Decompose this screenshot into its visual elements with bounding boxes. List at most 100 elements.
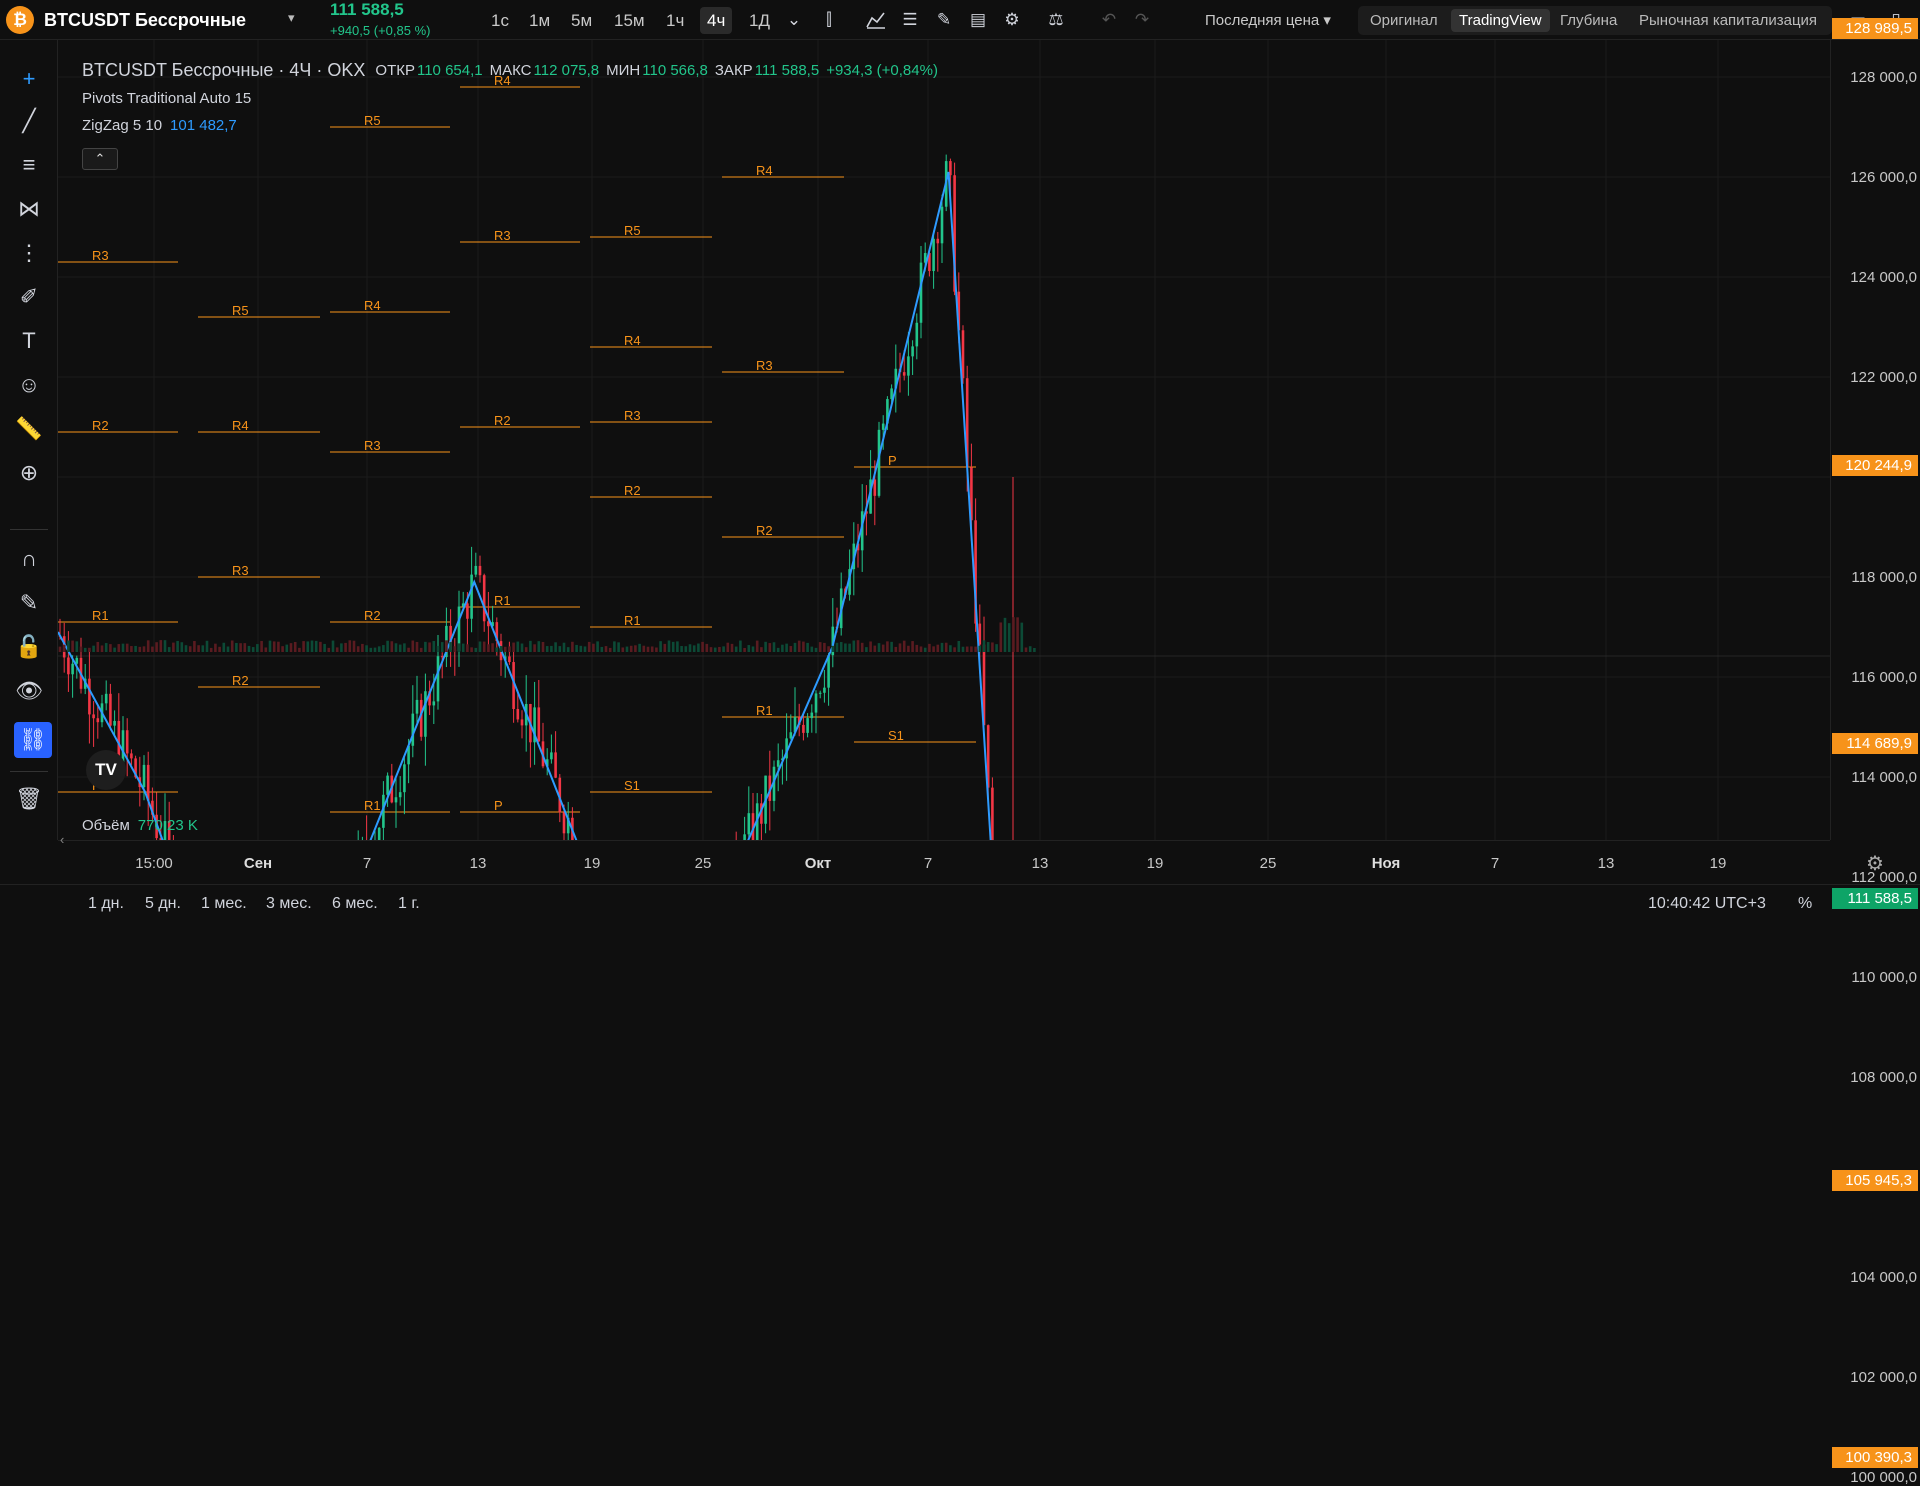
tradingview-logo[interactable]: TV bbox=[86, 750, 126, 790]
range-3m[interactable]: 3 мес. bbox=[266, 895, 312, 913]
trash-icon[interactable]: 🗑 bbox=[15, 786, 43, 812]
crosshair-icon[interactable]: + bbox=[16, 66, 42, 92]
horizontal-lines-icon[interactable]: ≡ bbox=[16, 152, 42, 178]
volume-bar bbox=[251, 647, 255, 652]
volume-bar bbox=[1012, 617, 1015, 652]
interval-5m[interactable]: 5м bbox=[564, 7, 599, 34]
view-depth[interactable]: Глубина bbox=[1552, 9, 1625, 32]
candle-body bbox=[424, 691, 427, 737]
view-market-cap[interactable]: Рыночная капитализация bbox=[1631, 9, 1825, 32]
price-axis[interactable]: 128 000,0 126 000,0 124 000,0 122 000,0 118 … bbox=[1830, 40, 1920, 1486]
time-axis-label: 7 bbox=[923, 855, 933, 872]
volume-bar bbox=[562, 642, 566, 652]
text-icon[interactable]: T bbox=[16, 328, 42, 354]
range-1m[interactable]: 1 мес. bbox=[201, 895, 247, 913]
low-label: МИН bbox=[606, 62, 641, 79]
volume-bar bbox=[566, 647, 570, 652]
range-1d[interactable]: 1 дн. bbox=[88, 895, 124, 913]
candles-icon[interactable]: ⫿ bbox=[815, 7, 843, 33]
volume-bar bbox=[176, 640, 179, 652]
candle-body bbox=[92, 714, 95, 719]
zoom-in-icon[interactable]: ⊕ bbox=[16, 460, 42, 486]
time-axis-label: 19 bbox=[1146, 855, 1164, 872]
volume-bar bbox=[394, 643, 398, 652]
lock-icon[interactable]: 🔓 bbox=[15, 634, 42, 660]
volume-bar bbox=[596, 641, 599, 652]
compare-icon[interactable]: ⚖ bbox=[1042, 7, 1070, 33]
volume-bar bbox=[709, 647, 713, 652]
candle-body bbox=[881, 423, 885, 430]
brush-icon[interactable]: ✐ bbox=[16, 284, 42, 310]
pivot-label: P bbox=[494, 798, 503, 813]
volume-bar bbox=[919, 646, 923, 652]
volume-bar bbox=[1016, 617, 1019, 652]
link-icon[interactable]: ⛓ bbox=[14, 722, 52, 758]
pivots-indicator-label[interactable]: Pivots Traditional Auto 15 bbox=[82, 90, 945, 107]
pattern-icon[interactable]: ⋈ bbox=[16, 196, 42, 222]
volume-bar bbox=[218, 646, 221, 652]
symbol-name[interactable]: BTCUSDT Бессрочные bbox=[44, 10, 246, 31]
chevron-left-icon[interactable]: ‹ bbox=[60, 832, 64, 847]
magnet-icon[interactable]: ∩ bbox=[16, 546, 42, 572]
redo-icon[interactable]: ↷ bbox=[1128, 7, 1156, 33]
ruler-icon[interactable]: 📏 bbox=[15, 416, 42, 442]
volume-bar bbox=[655, 647, 658, 652]
emoji-icon[interactable]: ☺ bbox=[16, 372, 42, 398]
interval-1d[interactable]: 1Д bbox=[742, 7, 777, 34]
range-6m[interactable]: 6 мес. bbox=[332, 895, 378, 913]
fib-icon[interactable]: ⋮ bbox=[16, 240, 42, 266]
chevron-down-icon[interactable]: ⌄ bbox=[780, 7, 808, 33]
view-original[interactable]: Оригинал bbox=[1362, 9, 1446, 32]
volume-bar bbox=[743, 647, 746, 652]
trendline-icon[interactable]: ╱ bbox=[16, 108, 42, 134]
edit-chart-icon[interactable]: ✎ bbox=[930, 7, 958, 33]
time-axis[interactable]: 15:00 Сен 7 13 19 25 Окт 7 13 19 25 Ноя 7 13 19 bbox=[58, 840, 1830, 884]
clock[interactable]: 10:40:42 UTC+3 bbox=[1648, 895, 1766, 913]
template-icon[interactable]: ▤ bbox=[964, 7, 992, 33]
gear-icon[interactable]: ⚙ bbox=[1862, 852, 1888, 875]
view-switch: Оригинал TradingView Глубина Рыночная ка… bbox=[1358, 6, 1832, 35]
pivot-label: R3 bbox=[624, 408, 641, 423]
list-icon[interactable]: ☰ bbox=[896, 7, 924, 33]
interval-1s[interactable]: 1с bbox=[484, 7, 516, 34]
candle-body bbox=[802, 724, 805, 733]
volume-bar bbox=[134, 645, 137, 652]
volume-bar bbox=[965, 646, 969, 652]
zigzag-indicator-label[interactable]: ZigZag 5 10 101 482,7 bbox=[82, 117, 945, 134]
volume-bar bbox=[667, 640, 671, 652]
range-5d[interactable]: 5 дн. bbox=[145, 895, 181, 913]
price-tag: 105 945,3 bbox=[1832, 1169, 1918, 1191]
volume-bar bbox=[445, 640, 448, 652]
chart-legend: BTCUSDT Бессрочные · 4Ч · OKX ОТКР 110 6… bbox=[82, 60, 945, 134]
indicators-icon[interactable] bbox=[862, 7, 890, 33]
volume-bar bbox=[117, 644, 121, 652]
chevron-down-icon[interactable]: ▾ bbox=[288, 10, 295, 26]
pivot-label: R3 bbox=[232, 563, 249, 578]
gear-icon[interactable]: ⚙ bbox=[998, 7, 1026, 33]
pivot-label: S1 bbox=[624, 778, 640, 793]
interval-4h[interactable]: 4ч bbox=[700, 7, 733, 34]
percent-toggle[interactable]: % bbox=[1798, 895, 1812, 913]
interval-15m[interactable]: 15м bbox=[607, 7, 652, 34]
price-chart[interactable]: R3R2R1PS1S2S3S4R5R4R3R2R1PS1S2S3R5R4R3R2… bbox=[58, 40, 1830, 840]
price-axis-label: 116 000,0 bbox=[1851, 669, 1917, 686]
volume-bar bbox=[58, 646, 62, 652]
volume-bar bbox=[936, 644, 940, 652]
candle-body bbox=[508, 656, 511, 663]
volume-bar bbox=[873, 645, 877, 652]
undo-icon[interactable]: ↶ bbox=[1095, 7, 1123, 33]
eye-icon[interactable]: 👁 bbox=[15, 678, 43, 704]
collapse-legend-button[interactable]: ⌃ bbox=[82, 148, 118, 170]
interval-1m[interactable]: 1м bbox=[522, 7, 557, 34]
drawing-mode-icon[interactable]: ✎ bbox=[16, 590, 42, 616]
high-label: МАКС bbox=[489, 62, 532, 79]
view-tradingview[interactable]: TradingView bbox=[1451, 9, 1550, 32]
volume-value: 770,23 K bbox=[137, 817, 198, 834]
price-type-select[interactable]: Последняя цена ▾ bbox=[1205, 11, 1331, 29]
pivot-label: R1 bbox=[92, 608, 109, 623]
volume-bar bbox=[92, 645, 95, 652]
range-1y[interactable]: 1 г. bbox=[398, 895, 420, 913]
interval-1h[interactable]: 1ч bbox=[659, 7, 691, 34]
volume-bar bbox=[823, 642, 826, 652]
volume-bar bbox=[760, 647, 763, 652]
